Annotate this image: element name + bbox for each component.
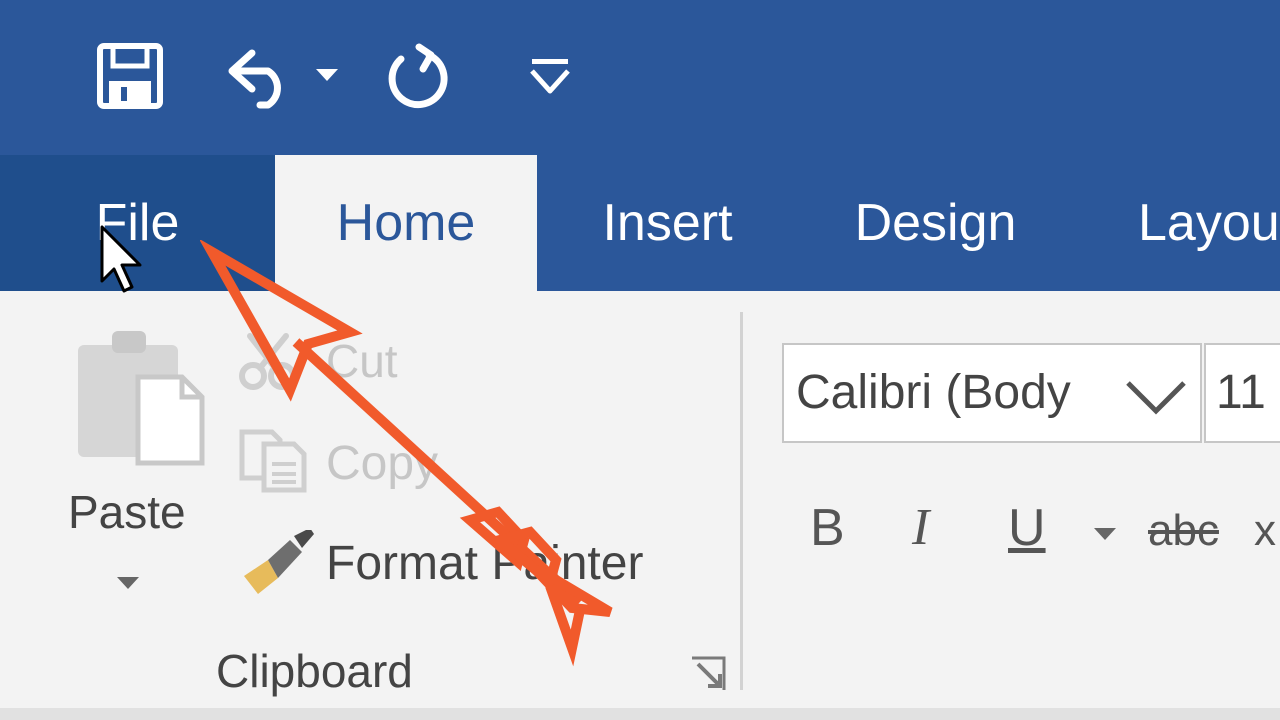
paste-label: Paste	[68, 486, 186, 538]
clipboard-dialog-launcher[interactable]	[688, 654, 728, 694]
font-name-value: Calibri (Body	[796, 366, 1071, 419]
undo-dropdown-button[interactable]	[312, 60, 342, 90]
font-size-combobox[interactable]: 11	[1204, 343, 1280, 443]
chevron-down-icon	[316, 69, 338, 81]
undo-icon	[228, 49, 281, 109]
subscript-button[interactable]: x	[1254, 506, 1276, 556]
ribbon-bottom-border	[0, 708, 1280, 720]
strikethrough-button[interactable]: abc	[1148, 506, 1219, 556]
customize-qat-icon	[530, 59, 570, 94]
paste-button[interactable]: Paste	[60, 325, 210, 600]
tab-design[interactable]: Design	[838, 155, 1033, 291]
font-size-value: 11	[1216, 366, 1266, 419]
mouse-cursor-icon	[100, 225, 142, 293]
redo-button[interactable]	[380, 40, 456, 112]
save-icon	[97, 43, 163, 109]
undo-button[interactable]	[222, 42, 298, 110]
italic-button[interactable]: I	[912, 498, 929, 557]
chevron-down-icon[interactable]	[1092, 526, 1118, 542]
title-bar	[0, 0, 1280, 155]
save-button[interactable]	[92, 40, 168, 112]
group-divider	[740, 312, 743, 690]
redo-icon	[388, 43, 448, 109]
annotation-arrow-icon	[200, 240, 613, 667]
chevron-down-icon	[117, 577, 139, 589]
tab-layout-label: Layou	[1138, 194, 1280, 252]
underline-button[interactable]: U	[1008, 498, 1046, 558]
dialog-launcher-icon	[692, 656, 726, 690]
customize-qat-button[interactable]	[522, 52, 578, 98]
tab-design-label: Design	[854, 194, 1017, 252]
chevron-down-icon	[1126, 381, 1186, 415]
font-name-combobox[interactable]: Calibri (Body	[782, 343, 1202, 443]
bold-button[interactable]: B	[810, 498, 845, 558]
ribbon-tab-row: File Home Insert Design Layou	[0, 155, 1280, 291]
paste-icon	[78, 331, 205, 466]
tab-layout[interactable]: Layou	[1138, 155, 1280, 291]
